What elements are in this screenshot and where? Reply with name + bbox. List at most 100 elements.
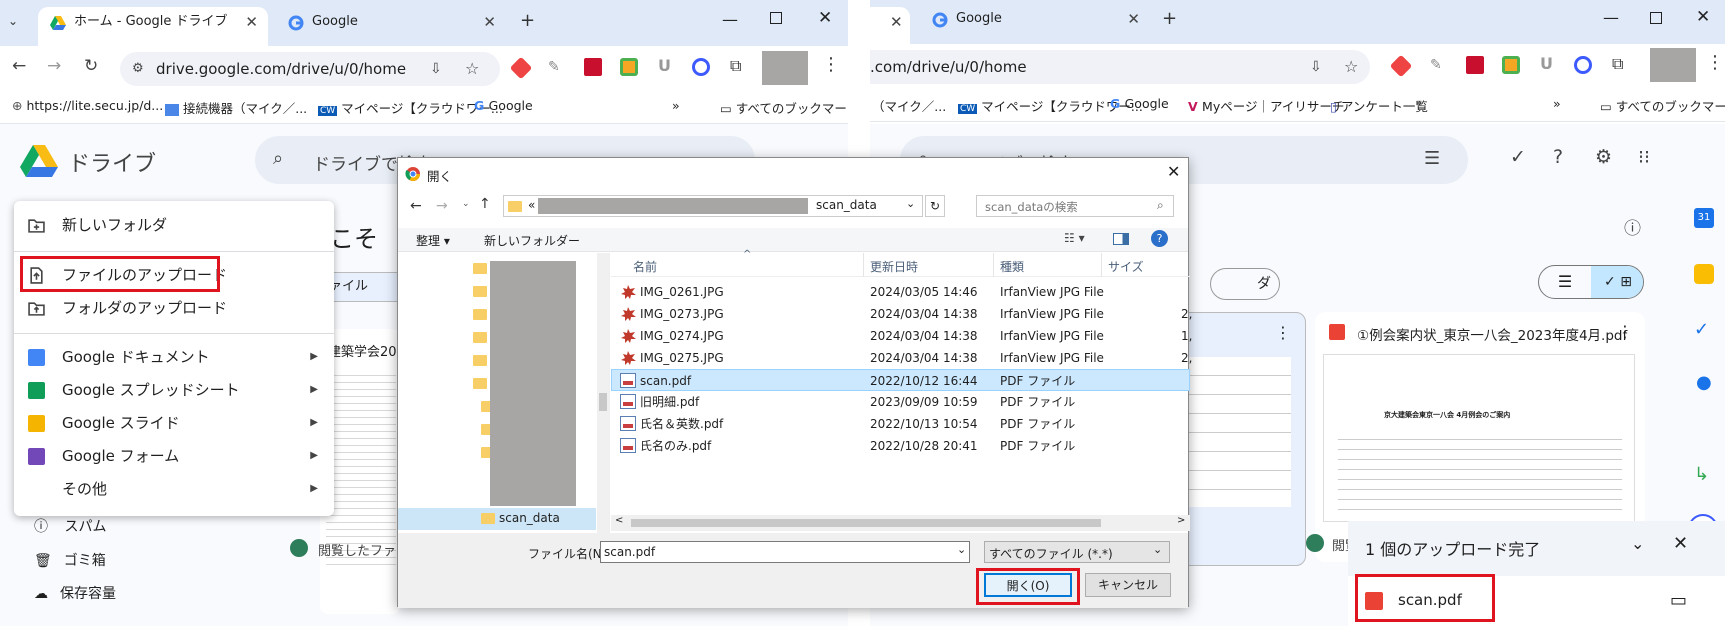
- scrollbar-thumb[interactable]: [599, 393, 607, 411]
- calendar-icon[interactable]: 31: [1694, 208, 1714, 228]
- file-row[interactable]: IMG_0261.JPG 2024/03/05 14:46 IrfanView …: [611, 281, 1190, 303]
- all-bookmarks-folder[interactable]: ▭ すべてのブックマーク: [1600, 96, 1725, 115]
- bookmark-devices[interactable]: 接続機器（マイク／...: [165, 98, 307, 117]
- contacts-icon[interactable]: ●: [1696, 372, 1712, 393]
- extensions-puzzle-icon[interactable]: ⧉: [1612, 54, 1623, 74]
- extension-icon[interactable]: ✎: [1430, 57, 1442, 73]
- address-bar[interactable]: ⚙ drive.google.com/drive/u/0/home ⇩ ☆: [120, 52, 500, 86]
- extension-u-icon[interactable]: U: [1540, 54, 1553, 73]
- extension-icon[interactable]: ✎: [548, 59, 560, 75]
- menu-google-forms[interactable]: Google フォーム ▶: [14, 440, 334, 472]
- list-view-icon[interactable]: ☰: [1539, 266, 1591, 298]
- profile-avatar-redacted[interactable]: [1650, 48, 1696, 82]
- menu-more[interactable]: その他 ▶: [14, 473, 334, 505]
- cancel-button[interactable]: キャンセル: [1085, 573, 1171, 597]
- folder-icon[interactable]: [473, 309, 487, 320]
- close-tab-icon[interactable]: ✕: [483, 7, 496, 37]
- help-icon[interactable]: ?: [1151, 230, 1168, 247]
- tab-drive-home-partial[interactable]: ✕: [870, 7, 910, 46]
- all-bookmarks-folder[interactable]: ▭ すべてのブックマーク: [720, 98, 848, 117]
- details-info-icon[interactable]: ⓘ: [1624, 214, 1641, 239]
- filetype-select[interactable]: すべてのファイル (*.*) ⌄: [984, 541, 1170, 563]
- filename-dropdown-chevron-icon[interactable]: ⌄: [957, 543, 966, 556]
- collapse-chevron-icon[interactable]: ⌄: [1631, 534, 1644, 553]
- file-row[interactable]: IMG_0273.JPG 2024/03/04 14:38 IrfanView …: [611, 303, 1192, 325]
- extension-icon[interactable]: [620, 58, 638, 76]
- bookmark-google[interactable]: G Google: [474, 98, 533, 113]
- folder-icon[interactable]: [473, 286, 487, 297]
- folder-icon[interactable]: [473, 355, 487, 366]
- maximize-button[interactable]: [1650, 12, 1662, 24]
- back-arrow-icon[interactable]: ←: [12, 56, 26, 76]
- sidebar-item-storage[interactable]: ☁ 保存容量: [34, 583, 116, 603]
- browser-menu-icon[interactable]: ⋮: [822, 54, 840, 75]
- site-info-icon[interactable]: ⚙: [132, 52, 144, 86]
- new-folder-button[interactable]: 新しいフォルダー: [484, 232, 580, 249]
- sidebar-item-trash[interactable]: 🗑 ゴミ箱: [34, 550, 106, 570]
- close-tab-icon[interactable]: ✕: [1127, 4, 1140, 34]
- organize-button[interactable]: 整理 ▾: [416, 232, 450, 249]
- column-type[interactable]: 種類: [1000, 258, 1024, 275]
- minimize-button[interactable]: —: [1603, 8, 1619, 27]
- close-tab-icon[interactable]: ✕: [890, 13, 903, 31]
- refresh-icon[interactable]: ↻: [925, 195, 945, 217]
- scroll-left-icon[interactable]: <: [615, 515, 623, 526]
- preview-pane-icon[interactable]: [1113, 233, 1129, 245]
- extension-icon[interactable]: [509, 56, 533, 80]
- bookmark-star-icon[interactable]: ☆: [465, 52, 479, 86]
- install-app-icon[interactable]: ⇩: [1310, 50, 1322, 84]
- file-row[interactable]: IMG_0275.JPG 2024/03/04 14:38 IrfanView …: [611, 347, 1192, 369]
- tab-drive-home[interactable]: ホーム - Google ドライブ ✕: [38, 7, 268, 46]
- extension-icon[interactable]: [1502, 56, 1520, 74]
- menu-google-slides[interactable]: Google スライド ▶: [14, 407, 334, 439]
- maximize-button[interactable]: [770, 12, 782, 24]
- tab-google[interactable]: Google ✕: [276, 7, 506, 46]
- more-bookmarks-chevron-icon[interactable]: »: [672, 98, 680, 113]
- dialog-close-icon[interactable]: ✕: [1167, 162, 1180, 181]
- extension-icon[interactable]: [692, 58, 710, 76]
- show-file-location-folder-icon[interactable]: ▭: [1670, 590, 1687, 611]
- suggested-file-card[interactable]: ⋮: [1180, 312, 1306, 566]
- bookmark-devices[interactable]: （マイク／...: [872, 96, 946, 115]
- ready-offline-icon[interactable]: ✓: [1510, 146, 1526, 168]
- folder-chip[interactable]: ダ: [1210, 268, 1280, 300]
- settings-gear-icon[interactable]: ⚙: [1595, 146, 1612, 168]
- forward-arrow-icon[interactable]: →: [47, 56, 61, 76]
- file-row[interactable]: IMG_0274.JPG 2024/03/04 14:38 IrfanView …: [611, 325, 1192, 347]
- menu-google-sheets[interactable]: Google スプレッドシート ▶: [14, 374, 334, 406]
- up-arrow-icon[interactable]: ↑: [479, 196, 491, 212]
- view-options-icon[interactable]: ☷ ▾: [1064, 231, 1085, 245]
- tree-scrollbar[interactable]: [597, 253, 609, 533]
- menu-google-docs[interactable]: Google ドキュメント ▶: [14, 341, 334, 373]
- close-window-button[interactable]: ✕: [818, 8, 832, 28]
- menu-new-folder[interactable]: 新しいフォルダ: [14, 209, 334, 241]
- bookmark-lite-secu[interactable]: ⊕ https://lite.secu.jp/d...: [12, 98, 163, 113]
- forward-arrow-icon[interactable]: →: [436, 198, 448, 214]
- browser-menu-icon[interactable]: ⋮: [1706, 52, 1724, 73]
- file-row[interactable]: 旧明細.pdf 2023/09/09 10:59 PDF ファイル: [611, 391, 1190, 413]
- address-bar[interactable]: .com/drive/u/0/home ⇩ ☆: [870, 50, 1370, 84]
- filename-input[interactable]: scan.pdf ⌄: [600, 541, 970, 563]
- column-date[interactable]: 更新日時: [870, 258, 918, 275]
- bookmark-irisearch[interactable]: V Myページ｜アイリサーチ: [1188, 96, 1344, 115]
- more-bookmarks-chevron-icon[interactable]: »: [1553, 96, 1561, 111]
- recent-locations-chevron-icon[interactable]: ⌄: [462, 199, 470, 209]
- more-actions-icon[interactable]: ⋮: [1617, 322, 1633, 341]
- more-actions-icon[interactable]: ⋮: [1275, 323, 1291, 342]
- extension-icon[interactable]: [1389, 54, 1413, 78]
- tab-google[interactable]: Google ✕: [920, 4, 1150, 43]
- dialog-search-box[interactable]: scan_dataの検索 ⌕: [976, 195, 1174, 217]
- column-name[interactable]: 名前: [633, 258, 657, 275]
- file-row[interactable]: 氏名のみ.pdf 2022/10/28 20:41 PDF ファイル: [611, 435, 1190, 457]
- column-size[interactable]: サイズ: [1108, 258, 1144, 275]
- tasks-icon[interactable]: ✓: [1694, 319, 1709, 340]
- tree-item-scan-data[interactable]: scan_data: [398, 508, 596, 530]
- back-arrow-icon[interactable]: ←: [410, 198, 422, 214]
- scrollbar-thumb[interactable]: [631, 519, 1101, 527]
- close-panel-icon[interactable]: ✕: [1673, 533, 1688, 554]
- get-addons-icon[interactable]: ↳: [1694, 464, 1709, 485]
- close-window-button[interactable]: ✕: [1696, 7, 1710, 27]
- sidebar-item-spam[interactable]: ⓘ スパム: [34, 516, 106, 536]
- scroll-right-icon[interactable]: >: [1177, 515, 1185, 526]
- tab-search-button[interactable]: ⌄: [8, 14, 18, 28]
